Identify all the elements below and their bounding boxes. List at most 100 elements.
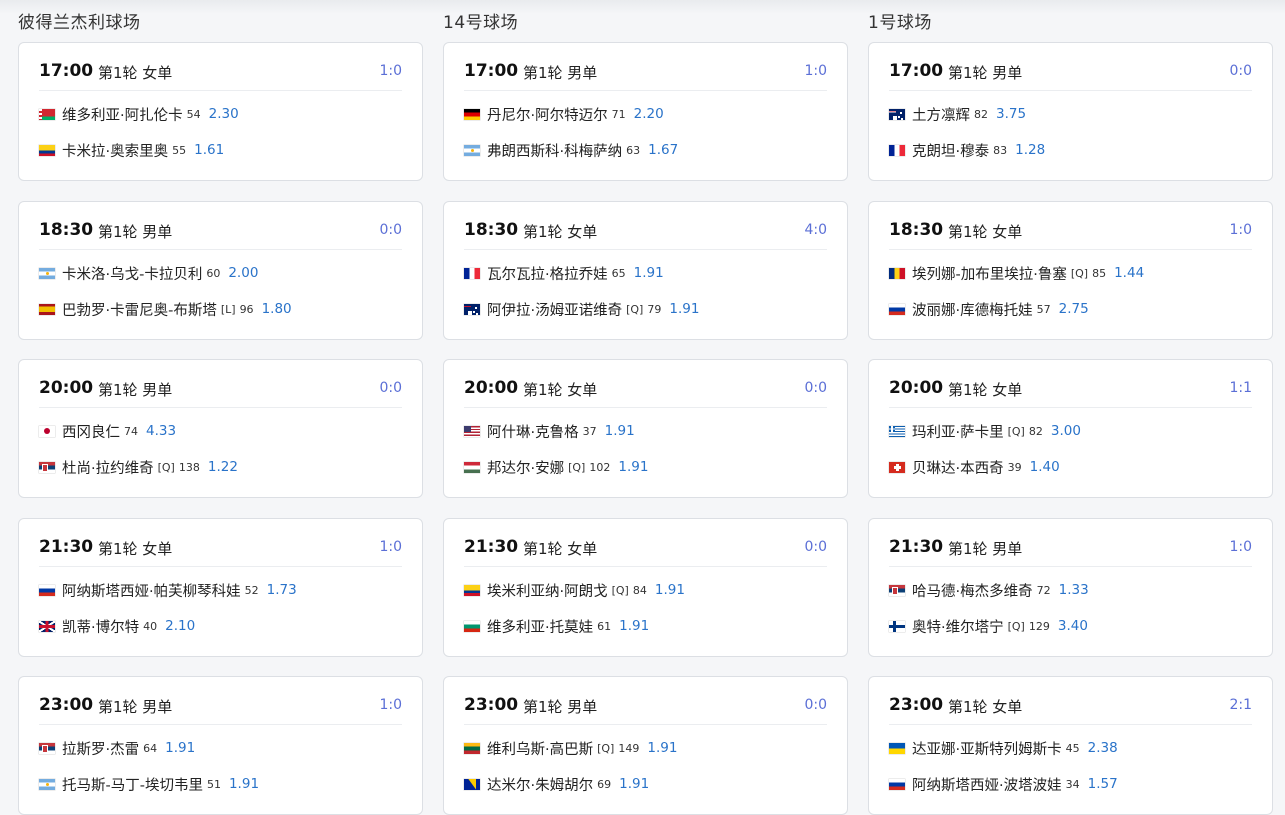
match-card[interactable]: 18:30 第1轮 女单 4:0 瓦尔瓦拉·格拉乔娃 65 1.91 阿伊拉·汤姆亚诺维奇 [… <box>443 201 848 340</box>
player-row[interactable]: 维利乌斯·高巴斯 [Q] 149 1.91 <box>464 738 677 758</box>
player-row[interactable]: 阿伊拉·汤姆亚诺维奇 [Q] 79 1.91 <box>464 299 699 319</box>
player-row[interactable]: 阿纳斯塔西娅·帕芙柳琴科娃 52 1.73 <box>39 580 297 600</box>
player-row[interactable]: 维多利亚·阿扎伦卡 54 2.30 <box>39 104 239 124</box>
player-odds[interactable]: 2.38 <box>1088 740 1118 756</box>
player-row[interactable]: 哈马德·梅杰多维奇 72 1.33 <box>889 580 1089 600</box>
player-row[interactable]: 埃米利亚纳·阿朗戈 [Q] 84 1.91 <box>464 580 685 600</box>
player-row[interactable]: 托马斯-马丁-埃切韦里 51 1.91 <box>39 774 259 794</box>
player-odds[interactable]: 1.91 <box>669 301 699 317</box>
match-card[interactable]: 17:00 第1轮 男单 1:0 丹尼尔·阿尔特迈尔 71 2.20 弗朗西斯科·科梅萨纳 6… <box>443 42 848 181</box>
player-name[interactable]: 埃列娜-加布里埃拉·鲁塞 <box>912 263 1067 284</box>
match-card[interactable]: 17:00 第1轮 男单 0:0 土方凛辉 82 3.75 克朗坦·穆泰 83 1.28 <box>868 42 1273 181</box>
player-row[interactable]: 瓦尔瓦拉·格拉乔娃 65 1.91 <box>464 263 664 283</box>
player-odds[interactable]: 2.10 <box>165 618 195 634</box>
player-row[interactable]: 卡米洛·乌戈-卡拉贝利 60 2.00 <box>39 263 258 283</box>
player-name[interactable]: 卡米拉·奥索里奥 <box>62 140 168 161</box>
player-row[interactable]: 克朗坦·穆泰 83 1.28 <box>889 140 1045 160</box>
player-odds[interactable]: 1.91 <box>605 423 635 439</box>
match-card[interactable]: 21:30 第1轮 男单 1:0 哈马德·梅杰多维奇 72 1.33 奥特·维尔塔宁 [Q] 1… <box>868 518 1273 657</box>
player-name[interactable]: 土方凛辉 <box>912 104 970 125</box>
player-name[interactable]: 贝琳达·本西奇 <box>912 457 1004 478</box>
player-name[interactable]: 维多利亚·托莫娃 <box>487 616 593 637</box>
player-row[interactable]: 巴勃罗·卡雷尼奥-布斯塔 [L] 96 1.80 <box>39 299 292 319</box>
player-odds[interactable]: 1.22 <box>208 459 238 475</box>
player-odds[interactable]: 1.91 <box>618 459 648 475</box>
match-card[interactable]: 23:00 第1轮 男单 0:0 维利乌斯·高巴斯 [Q] 149 1.91 达米尔·朱姆胡尔… <box>443 676 848 815</box>
player-row[interactable]: 杜尚·拉约维奇 [Q] 138 1.22 <box>39 457 238 477</box>
player-name[interactable]: 拉斯罗·杰雷 <box>62 738 139 759</box>
match-card[interactable]: 23:00 第1轮 男单 1:0 拉斯罗·杰雷 64 1.91 托马斯-马丁-埃切韦里 51 1… <box>18 676 423 815</box>
player-odds[interactable]: 1.73 <box>267 582 297 598</box>
player-row[interactable]: 波丽娜·库德梅托娃 57 2.75 <box>889 299 1089 319</box>
player-row[interactable]: 土方凛辉 82 3.75 <box>889 104 1026 124</box>
player-odds[interactable]: 1.91 <box>647 740 677 756</box>
player-name[interactable]: 埃米利亚纳·阿朗戈 <box>487 580 608 601</box>
player-name[interactable]: 邦达尔·安娜 <box>487 457 564 478</box>
player-name[interactable]: 维多利亚·阿扎伦卡 <box>62 104 183 125</box>
match-card[interactable]: 20:00 第1轮 女单 0:0 阿什琳·克鲁格 37 1.91 邦达尔·安娜 [Q] 102 1… <box>443 359 848 498</box>
player-row[interactable]: 凯蒂·博尔特 40 2.10 <box>39 616 195 636</box>
match-card[interactable]: 18:30 第1轮 男单 0:0 卡米洛·乌戈-卡拉贝利 60 2.00 巴勃罗·卡雷尼奥-… <box>18 201 423 340</box>
player-row[interactable]: 西冈良仁 74 4.33 <box>39 421 176 441</box>
player-odds[interactable]: 1.91 <box>619 618 649 634</box>
player-odds[interactable]: 1.28 <box>1015 142 1045 158</box>
player-name[interactable]: 维利乌斯·高巴斯 <box>487 738 593 759</box>
match-card[interactable]: 23:00 第1轮 女单 2:1 达亚娜·亚斯特列姆斯卡 45 2.38 阿纳斯塔西娅·波塔… <box>868 676 1273 815</box>
match-card[interactable]: 20:00 第1轮 女单 1:1 玛利亚·萨卡里 [Q] 82 3.00 贝琳达·本西奇 39 1… <box>868 359 1273 498</box>
player-name[interactable]: 西冈良仁 <box>62 421 120 442</box>
player-row[interactable]: 玛利亚·萨卡里 [Q] 82 3.00 <box>889 421 1081 441</box>
player-odds[interactable]: 1.61 <box>194 142 224 158</box>
player-odds[interactable]: 1.91 <box>619 776 649 792</box>
player-name[interactable]: 阿伊拉·汤姆亚诺维奇 <box>487 299 622 320</box>
player-name[interactable]: 杜尚·拉约维奇 <box>62 457 154 478</box>
player-odds[interactable]: 1.80 <box>262 301 292 317</box>
player-row[interactable]: 奥特·维尔塔宁 [Q] 129 3.40 <box>889 616 1088 636</box>
player-name[interactable]: 波丽娜·库德梅托娃 <box>912 299 1033 320</box>
player-row[interactable]: 埃列娜-加布里埃拉·鲁塞 [Q] 85 1.44 <box>889 263 1144 283</box>
player-name[interactable]: 玛利亚·萨卡里 <box>912 421 1004 442</box>
player-odds[interactable]: 2.30 <box>209 106 239 122</box>
player-name[interactable]: 凯蒂·博尔特 <box>62 616 139 637</box>
player-odds[interactable]: 3.75 <box>996 106 1026 122</box>
player-odds[interactable]: 1.57 <box>1088 776 1118 792</box>
player-row[interactable]: 达米尔·朱姆胡尔 69 1.91 <box>464 774 649 794</box>
player-name[interactable]: 托马斯-马丁-埃切韦里 <box>62 774 203 795</box>
player-name[interactable]: 卡米洛·乌戈-卡拉贝利 <box>62 263 202 284</box>
player-name[interactable]: 克朗坦·穆泰 <box>912 140 989 161</box>
player-name[interactable]: 瓦尔瓦拉·格拉乔娃 <box>487 263 608 284</box>
player-odds[interactable]: 1.91 <box>634 265 664 281</box>
player-row[interactable]: 丹尼尔·阿尔特迈尔 71 2.20 <box>464 104 664 124</box>
player-row[interactable]: 阿纳斯塔西娅·波塔波娃 34 1.57 <box>889 774 1118 794</box>
player-odds[interactable]: 3.00 <box>1051 423 1081 439</box>
match-card[interactable]: 20:00 第1轮 男单 0:0 西冈良仁 74 4.33 杜尚·拉约维奇 [Q] 138 1.2… <box>18 359 423 498</box>
player-odds[interactable]: 2.00 <box>228 265 258 281</box>
player-row[interactable]: 邦达尔·安娜 [Q] 102 1.91 <box>464 457 648 477</box>
player-name[interactable]: 弗朗西斯科·科梅萨纳 <box>487 140 622 161</box>
player-odds[interactable]: 2.20 <box>634 106 664 122</box>
player-name[interactable]: 丹尼尔·阿尔特迈尔 <box>487 104 608 125</box>
player-odds[interactable]: 1.67 <box>648 142 678 158</box>
player-row[interactable]: 拉斯罗·杰雷 64 1.91 <box>39 738 195 758</box>
player-row[interactable]: 贝琳达·本西奇 39 1.40 <box>889 457 1060 477</box>
player-name[interactable]: 达亚娜·亚斯特列姆斯卡 <box>912 738 1062 759</box>
player-name[interactable]: 奥特·维尔塔宁 <box>912 616 1004 637</box>
player-row[interactable]: 弗朗西斯科·科梅萨纳 63 1.67 <box>464 140 678 160</box>
player-odds[interactable]: 1.91 <box>655 582 685 598</box>
match-card[interactable]: 21:30 第1轮 女单 0:0 埃米利亚纳·阿朗戈 [Q] 84 1.91 维多利亚·托莫娃… <box>443 518 848 657</box>
player-name[interactable]: 阿纳斯塔西娅·帕芙柳琴科娃 <box>62 580 241 601</box>
player-odds[interactable]: 1.91 <box>165 740 195 756</box>
player-odds[interactable]: 4.33 <box>146 423 176 439</box>
player-row[interactable]: 达亚娜·亚斯特列姆斯卡 45 2.38 <box>889 738 1118 758</box>
player-name[interactable]: 哈马德·梅杰多维奇 <box>912 580 1033 601</box>
player-row[interactable]: 阿什琳·克鲁格 37 1.91 <box>464 421 635 441</box>
player-odds[interactable]: 3.40 <box>1058 618 1088 634</box>
player-row[interactable]: 卡米拉·奥索里奥 55 1.61 <box>39 140 224 160</box>
player-name[interactable]: 达米尔·朱姆胡尔 <box>487 774 593 795</box>
match-card[interactable]: 18:30 第1轮 女单 1:0 埃列娜-加布里埃拉·鲁塞 [Q] 85 1.44 波丽娜·库… <box>868 201 1273 340</box>
player-name[interactable]: 巴勃罗·卡雷尼奥-布斯塔 <box>62 299 217 320</box>
player-name[interactable]: 阿什琳·克鲁格 <box>487 421 579 442</box>
match-card[interactable]: 17:00 第1轮 女单 1:0 维多利亚·阿扎伦卡 54 2.30 卡米拉·奥索里奥 55 1… <box>18 42 423 181</box>
match-card[interactable]: 21:30 第1轮 女单 1:0 阿纳斯塔西娅·帕芙柳琴科娃 52 1.73 凯蒂·博尔特 4… <box>18 518 423 657</box>
player-odds[interactable]: 1.33 <box>1059 582 1089 598</box>
player-odds[interactable]: 1.44 <box>1114 265 1144 281</box>
